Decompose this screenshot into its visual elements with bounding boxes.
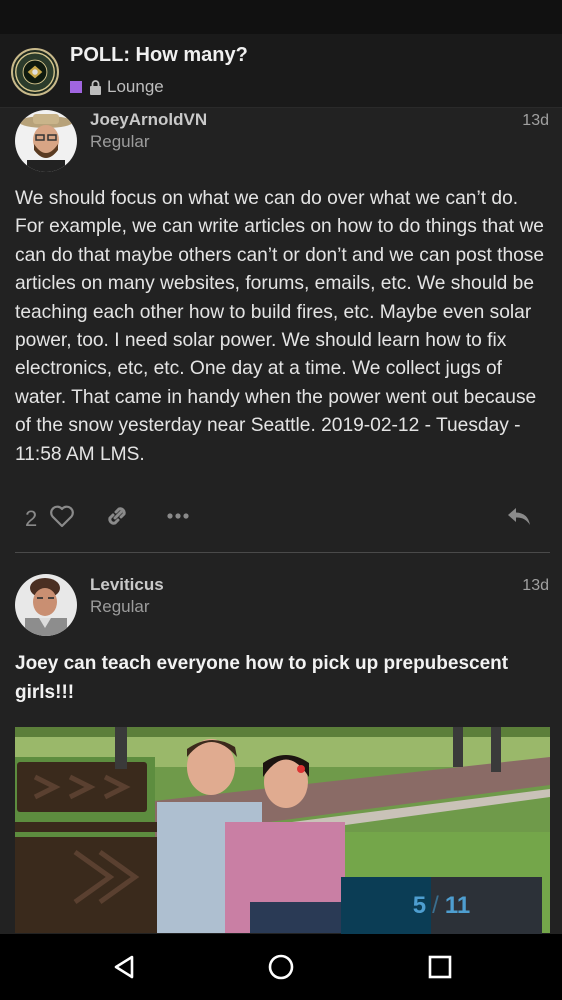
category-badge[interactable]: Lounge: [70, 77, 164, 97]
progress-current: 5: [412, 892, 427, 919]
avatar[interactable]: [15, 110, 77, 172]
reply-icon[interactable]: [505, 502, 533, 530]
post-divider: [15, 552, 550, 553]
progress-total: 11: [444, 892, 471, 919]
recents-icon[interactable]: [425, 952, 455, 982]
post-date[interactable]: 13d: [522, 577, 549, 595]
post-1: JoeyArnoldVN Regular 13d We should focus…: [0, 108, 562, 558]
topic-title[interactable]: POLL: How many?: [70, 44, 248, 67]
topic-header: POLL: How many? Lounge: [0, 34, 562, 108]
link-icon[interactable]: [103, 502, 131, 530]
android-nav-bar: [0, 934, 562, 1000]
username[interactable]: JoeyArnoldVN: [90, 110, 207, 130]
post-date[interactable]: 13d: [522, 112, 549, 130]
avatar[interactable]: [15, 574, 77, 636]
like-count: 2: [25, 506, 38, 531]
seal-logo-icon[interactable]: [11, 48, 59, 96]
post-2: Leviticus Regular 13d Joey can teach eve…: [0, 572, 562, 732]
post-body: We should focus on what we can do over w…: [15, 188, 545, 465]
user-title: Regular: [90, 597, 150, 616]
more-icon[interactable]: [164, 502, 192, 530]
lock-icon: [90, 79, 101, 95]
back-icon[interactable]: [110, 952, 140, 982]
progress-text: 5/11: [341, 892, 542, 920]
post-actions: 2: [0, 500, 562, 540]
user-title: Regular: [90, 132, 150, 151]
post-body: Joey can teach everyone how to pick up p…: [15, 653, 509, 703]
username[interactable]: Leviticus: [90, 575, 164, 595]
category-name: Lounge: [107, 77, 164, 96]
post-progress-indicator[interactable]: 5/11: [341, 877, 542, 934]
progress-separator: /: [432, 892, 439, 919]
status-bar: [0, 0, 562, 34]
heart-icon[interactable]: [48, 502, 76, 530]
category-color-swatch: [70, 81, 82, 93]
home-icon[interactable]: [266, 952, 296, 982]
